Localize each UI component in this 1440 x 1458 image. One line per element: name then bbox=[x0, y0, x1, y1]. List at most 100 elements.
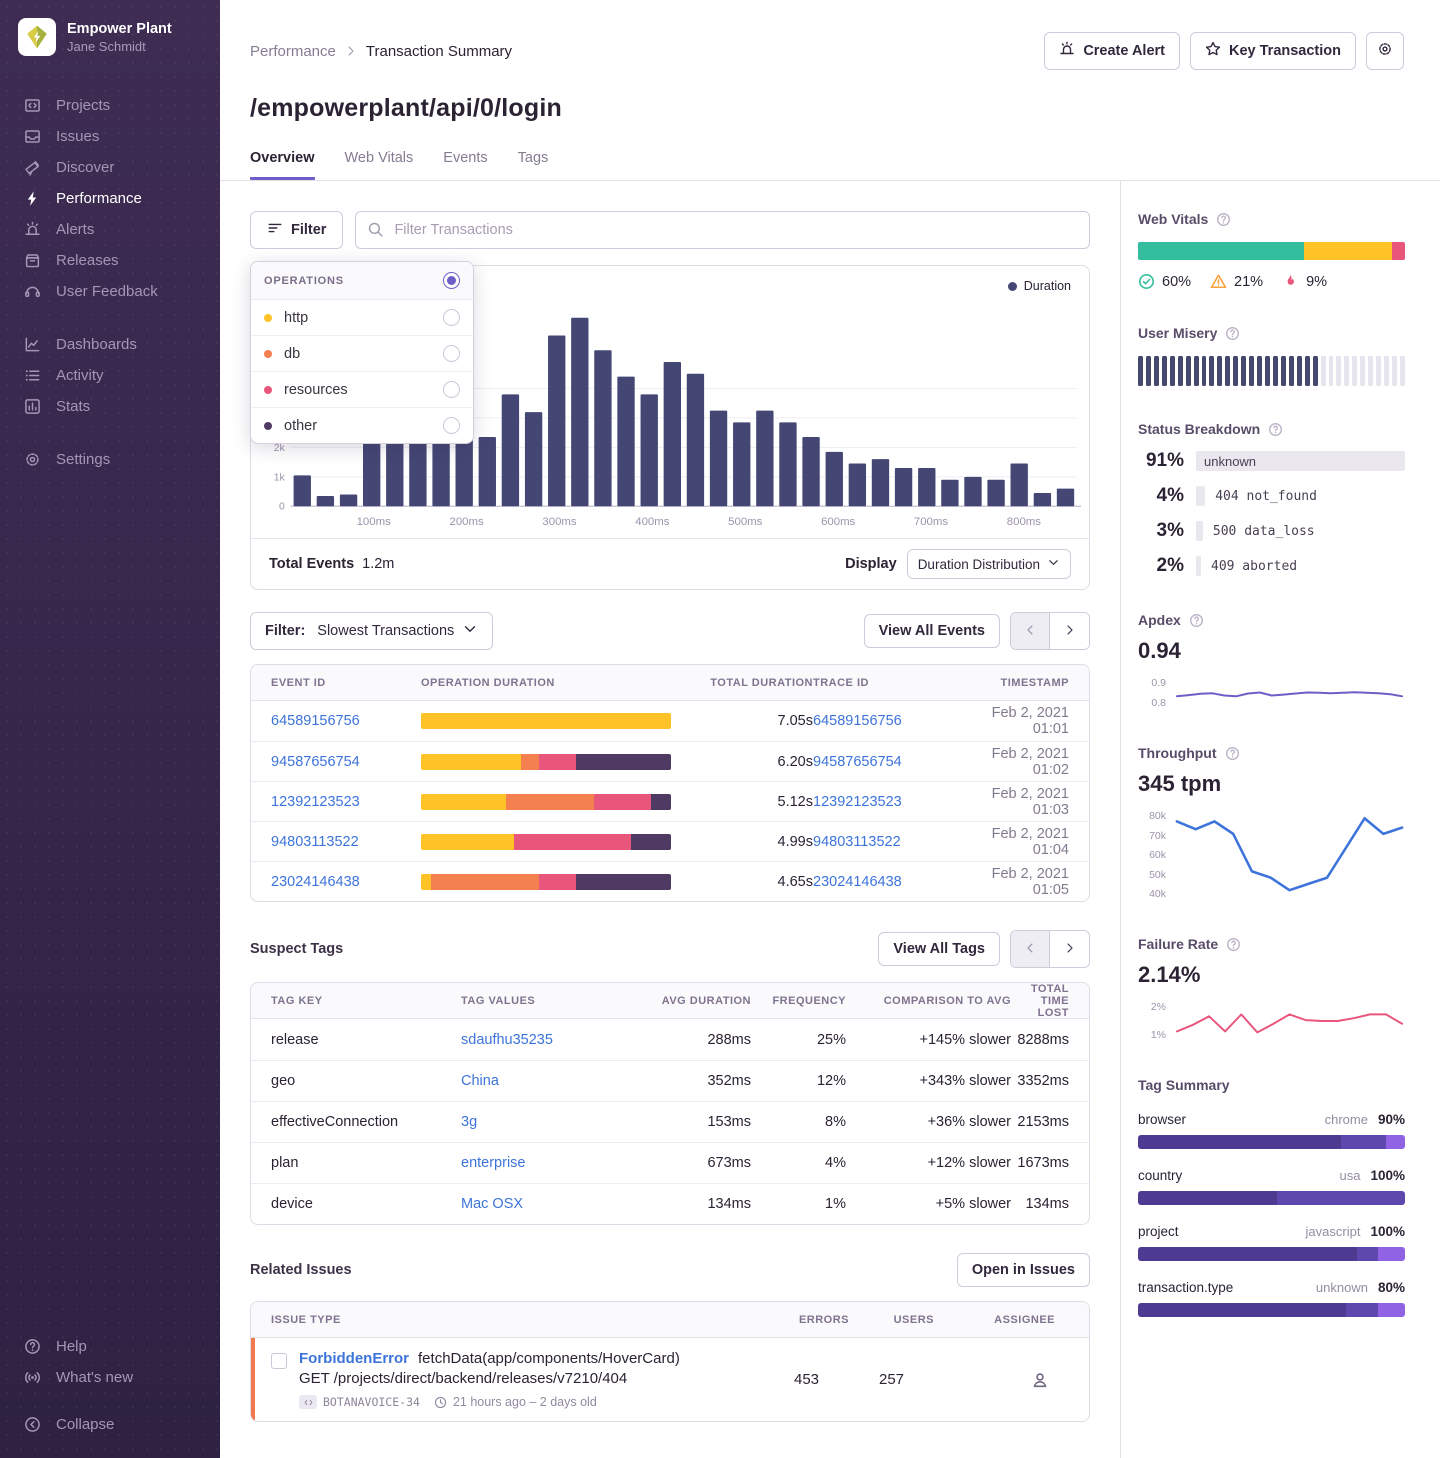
filter-lines-icon bbox=[267, 220, 283, 240]
axis-tick-label: 40k bbox=[1149, 888, 1166, 900]
operation-segment bbox=[651, 794, 671, 810]
open-in-issues-button[interactable]: Open in Issues bbox=[957, 1253, 1090, 1287]
filter-button[interactable]: Filter bbox=[250, 211, 343, 249]
issue-checkbox[interactable] bbox=[271, 1353, 287, 1369]
operations-option-other[interactable]: other bbox=[251, 407, 473, 443]
tag-key: device bbox=[271, 1196, 461, 1212]
sidebar-item-stats[interactable]: Stats bbox=[0, 391, 220, 422]
tags-next-page-button[interactable] bbox=[1050, 931, 1089, 967]
tag-value-link[interactable]: 3g bbox=[461, 1114, 641, 1130]
question-circle-icon[interactable] bbox=[1225, 326, 1240, 341]
operations-option-resources[interactable]: resources bbox=[251, 371, 473, 407]
sidebar-item-dashboards[interactable]: Dashboards bbox=[0, 329, 220, 360]
sidebar-item-issues[interactable]: Issues bbox=[0, 121, 220, 152]
operation-option-label: db bbox=[284, 346, 443, 362]
user-misery-title: User Misery bbox=[1138, 325, 1217, 341]
display-select[interactable]: Duration Distribution bbox=[907, 549, 1071, 579]
operations-option-http[interactable]: http bbox=[251, 300, 473, 335]
event-id-link[interactable]: 12392123523 bbox=[271, 794, 421, 810]
tag-value-link[interactable]: sdaufhu35235 bbox=[461, 1032, 641, 1048]
tag-value-link[interactable]: China bbox=[461, 1073, 641, 1089]
event-id-link[interactable]: 94587656754 bbox=[271, 754, 421, 770]
sidebar-item-performance[interactable]: Performance bbox=[0, 183, 220, 214]
search-icon bbox=[367, 221, 384, 243]
events-prev-page-button[interactable] bbox=[1011, 613, 1050, 649]
sidebar-item-collapse[interactable]: Collapse bbox=[0, 1409, 220, 1440]
event-id-link[interactable]: 94803113522 bbox=[271, 834, 421, 850]
tab-events[interactable]: Events bbox=[443, 150, 487, 180]
svg-text:700ms: 700ms bbox=[914, 516, 948, 528]
question-circle-icon[interactable] bbox=[1226, 937, 1241, 952]
operation-duration-bar bbox=[421, 794, 671, 810]
event-id-link[interactable]: 23024146438 bbox=[271, 874, 421, 890]
tag-value-link[interactable]: enterprise bbox=[461, 1155, 641, 1171]
column-header: USERS bbox=[849, 1314, 934, 1326]
status-percent: 3% bbox=[1138, 520, 1184, 542]
breadcrumb-performance[interactable]: Performance bbox=[250, 43, 336, 60]
events-filter-select[interactable]: Filter: Slowest Transactions bbox=[250, 612, 493, 650]
operation-option-radio[interactable] bbox=[443, 417, 460, 434]
event-id-link[interactable]: 64589156756 bbox=[271, 713, 421, 729]
operation-option-radio[interactable] bbox=[443, 381, 460, 398]
events-next-page-button[interactable] bbox=[1050, 613, 1089, 649]
sidebar-item-what-s-new[interactable]: What's new bbox=[0, 1362, 220, 1393]
tag-summary-bar-segment bbox=[1277, 1191, 1405, 1205]
view-all-events-button[interactable]: View All Events bbox=[864, 614, 1000, 648]
web-vitals-legend: 60%21%9% bbox=[1138, 273, 1405, 290]
web-vitals-section: Web Vitals 60%21%9% bbox=[1138, 211, 1405, 290]
search-input[interactable] bbox=[355, 211, 1090, 249]
tab-tags[interactable]: Tags bbox=[518, 150, 549, 180]
trace-id-link[interactable]: 94587656754 bbox=[813, 754, 983, 770]
operation-option-radio[interactable] bbox=[443, 345, 460, 362]
total-time-lost: 8288ms bbox=[1011, 1032, 1069, 1048]
column-header: ERRORS bbox=[764, 1314, 849, 1326]
events-filter-value: Slowest Transactions bbox=[317, 623, 454, 639]
sidebar-item-projects[interactable]: Projects bbox=[0, 90, 220, 121]
discover-icon bbox=[23, 159, 41, 177]
sidebar-nav-secondary: DashboardsActivityStats bbox=[0, 329, 220, 422]
operation-option-radio[interactable] bbox=[443, 309, 460, 326]
sidebar-item-releases[interactable]: Releases bbox=[0, 245, 220, 276]
table-row: effectiveConnection3g153ms8%+36% slower2… bbox=[251, 1101, 1089, 1142]
issue-error-type-link[interactable]: ForbiddenError bbox=[299, 1350, 409, 1367]
tag-value-link[interactable]: Mac OSX bbox=[461, 1196, 641, 1212]
transaction-settings-button[interactable] bbox=[1366, 32, 1404, 70]
sidebar-item-alerts[interactable]: Alerts bbox=[0, 214, 220, 245]
org-switcher[interactable]: Empower Plant Jane Schmidt bbox=[0, 18, 220, 56]
tab-overview[interactable]: Overview bbox=[250, 150, 315, 180]
question-circle-icon[interactable] bbox=[1216, 212, 1231, 227]
tags-prev-page-button[interactable] bbox=[1011, 931, 1050, 967]
avg-duration: 134ms bbox=[641, 1196, 751, 1212]
sidebar-item-discover[interactable]: Discover bbox=[0, 152, 220, 183]
view-all-tags-button[interactable]: View All Tags bbox=[878, 932, 1000, 966]
operations-all-radio[interactable] bbox=[443, 272, 460, 289]
assignee-person-icon[interactable] bbox=[1031, 1371, 1049, 1389]
operations-option-db[interactable]: db bbox=[251, 335, 473, 371]
tab-web-vitals[interactable]: Web Vitals bbox=[345, 150, 414, 180]
sidebar-spacer bbox=[0, 497, 220, 1331]
trace-id-link[interactable]: 23024146438 bbox=[813, 874, 983, 890]
column-header: TOTAL TIME LOST bbox=[1011, 983, 1069, 1019]
question-circle-icon[interactable] bbox=[1268, 422, 1283, 437]
create-alert-button[interactable]: Create Alert bbox=[1044, 32, 1180, 70]
vitals-legend-item: 9% bbox=[1282, 273, 1327, 290]
timestamp-value: Feb 2, 2021 01:05 bbox=[983, 866, 1069, 898]
trace-id-link[interactable]: 94803113522 bbox=[813, 834, 983, 850]
sidebar-item-settings[interactable]: Settings bbox=[0, 444, 220, 475]
key-transaction-button[interactable]: Key Transaction bbox=[1190, 32, 1356, 70]
trace-id-link[interactable]: 64589156756 bbox=[813, 713, 983, 729]
misery-segment bbox=[1154, 356, 1159, 386]
operations-dropdown-header[interactable]: OPERATIONS bbox=[251, 262, 473, 300]
trace-id-link[interactable]: 12392123523 bbox=[813, 794, 983, 810]
sidebar-item-label: Projects bbox=[56, 97, 110, 114]
question-circle-icon[interactable] bbox=[1225, 746, 1240, 761]
total-time-lost: 2153ms bbox=[1011, 1114, 1069, 1130]
sidebar-item-activity[interactable]: Activity bbox=[0, 360, 220, 391]
tag-summary-bar bbox=[1138, 1303, 1405, 1317]
sidebar-item-user-feedback[interactable]: User Feedback bbox=[0, 276, 220, 307]
operation-duration-bar bbox=[421, 874, 671, 890]
question-circle-icon[interactable] bbox=[1189, 613, 1204, 628]
sidebar-item-help[interactable]: Help bbox=[0, 1331, 220, 1362]
svg-text:600ms: 600ms bbox=[821, 516, 855, 528]
misery-segment bbox=[1281, 356, 1286, 386]
